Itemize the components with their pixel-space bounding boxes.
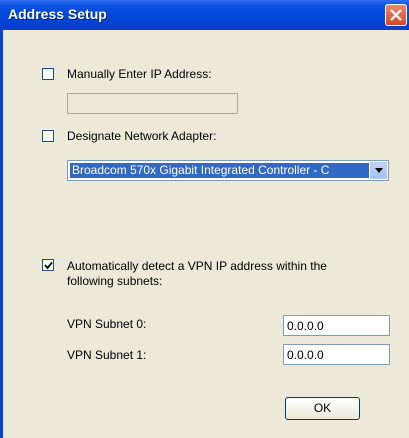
network-adapter-select[interactable]: Broadcom 570x Gigabit Integrated Control… — [67, 160, 389, 181]
network-adapter-checkbox[interactable] — [42, 130, 54, 142]
network-adapter-label: Designate Network Adapter: — [67, 129, 217, 143]
window-title: Address Setup — [8, 6, 107, 22]
vpn-subnet-1-field[interactable]: 0.0.0.0 — [283, 344, 390, 365]
manual-ip-label: Manually Enter IP Address: — [67, 67, 212, 81]
close-button[interactable] — [385, 4, 407, 26]
dialog-body: Manually Enter IP Address: Designate Net… — [3, 30, 409, 438]
dropdown-button[interactable] — [370, 162, 387, 179]
auto-detect-checkbox[interactable] — [42, 259, 54, 271]
vpn-subnet-0-label: VPN Subnet 0: — [67, 317, 147, 331]
ok-button[interactable]: OK — [285, 397, 360, 420]
vpn-subnet-0-field[interactable]: 0.0.0.0 — [283, 315, 390, 336]
title-bar[interactable]: Address Setup — [0, 0, 409, 30]
manual-ip-checkbox[interactable] — [42, 68, 54, 80]
auto-detect-label-line1: Automatically detect a VPN IP address wi… — [67, 259, 327, 273]
vpn-subnet-1-label: VPN Subnet 1: — [67, 348, 147, 362]
auto-detect-label-line2: following subnets: — [67, 274, 163, 288]
address-setup-window: Address Setup Manually Enter IP Address:… — [0, 0, 409, 438]
network-adapter-selected: Broadcom 570x Gigabit Integrated Control… — [70, 163, 369, 178]
manual-ip-field[interactable] — [67, 93, 238, 114]
